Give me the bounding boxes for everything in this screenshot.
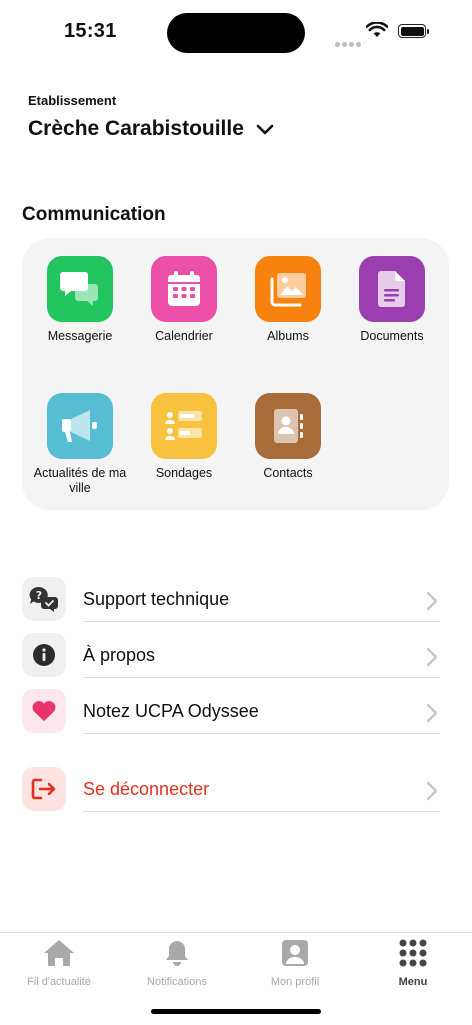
- sondages-label: Sondages: [155, 466, 213, 480]
- tab-label: Menu: [398, 976, 428, 988]
- tab-fil-actualite[interactable]: Fil d'actualité: [0, 939, 118, 988]
- sondages-tile[interactable]: Sondages: [132, 393, 236, 481]
- contacts-label: Contacts: [263, 466, 313, 480]
- wifi-icon: [366, 22, 388, 37]
- chevron-right-icon: [426, 647, 438, 667]
- calendrier-tile[interactable]: Calendrier: [132, 256, 236, 344]
- actualites-tile[interactable]: Actualités de ma ville: [28, 393, 132, 496]
- chat-bubbles-icon: [47, 256, 113, 322]
- chevron-right-icon: [426, 591, 438, 611]
- photo-album-icon: [255, 256, 321, 322]
- communication-title: Communication: [22, 204, 166, 225]
- messagerie-label: Messagerie: [47, 329, 113, 343]
- communication-card: Messagerie Calendrier Albums Documents A…: [22, 238, 449, 510]
- albums-tile[interactable]: Albums: [236, 256, 340, 344]
- logout-label: Se déconnecter: [83, 779, 210, 799]
- home-indicator: [151, 1009, 321, 1014]
- cellular-signal-icon: [335, 34, 363, 52]
- svg-text:?: ?: [36, 589, 42, 602]
- bell-icon: [166, 941, 188, 966]
- support-technique-label: Support technique: [83, 589, 230, 609]
- establishment-selector[interactable]: Crèche Carabistouille: [28, 117, 274, 141]
- megaphone-icon: [47, 393, 113, 459]
- support-technique-item[interactable]: ? Support technique: [22, 577, 440, 625]
- establishment-name: Crèche Carabistouille: [28, 117, 244, 140]
- albums-label: Albums: [267, 329, 309, 343]
- tab-label: Mon profil: [270, 976, 320, 988]
- battery-icon: [398, 24, 429, 38]
- divider: [83, 621, 440, 622]
- a-propos-label: À propos: [83, 645, 156, 665]
- chevron-down-icon: [256, 124, 274, 135]
- tab-menu[interactable]: Menu: [354, 939, 472, 988]
- divider: [83, 733, 440, 734]
- messagerie-tile[interactable]: Messagerie: [28, 256, 132, 344]
- notez-label: Notez UCPA Odyssee: [83, 701, 259, 721]
- chevron-right-icon: [426, 703, 438, 723]
- a-propos-item[interactable]: À propos: [22, 633, 440, 681]
- status-time: 15:31: [64, 20, 117, 42]
- document-icon: [359, 256, 425, 322]
- status-bar: 15:31: [0, 0, 472, 64]
- grid-menu-icon: [399, 939, 427, 967]
- info-icon: [22, 633, 66, 677]
- logout-item[interactable]: Se déconnecter: [22, 767, 440, 815]
- calendrier-label: Calendrier: [155, 329, 213, 343]
- contacts-tile[interactable]: Contacts: [236, 393, 340, 481]
- home-icon: [44, 940, 74, 966]
- actualites-label: Actualités de ma ville: [33, 466, 127, 495]
- calendar-icon: [151, 256, 217, 322]
- establishment-label: Etablissement: [28, 93, 117, 108]
- chevron-right-icon: [426, 781, 438, 801]
- tab-mon-profil[interactable]: Mon profil: [236, 939, 354, 988]
- tab-notifications[interactable]: Notifications: [118, 939, 236, 988]
- address-book-icon: [255, 393, 321, 459]
- notez-item[interactable]: Notez UCPA Odyssee: [22, 689, 440, 737]
- heart-icon: [22, 689, 66, 733]
- divider: [83, 811, 440, 812]
- divider: [83, 677, 440, 678]
- dynamic-island: [167, 13, 305, 53]
- poll-icon: [151, 393, 217, 459]
- support-chat-icon: ?: [22, 577, 66, 621]
- logout-icon: [22, 767, 66, 811]
- tab-label: Notifications: [147, 976, 207, 988]
- documents-tile[interactable]: Documents: [340, 256, 444, 344]
- profile-icon: [282, 940, 308, 966]
- documents-label: Documents: [360, 329, 424, 343]
- tab-label: Fil d'actualité: [27, 976, 91, 988]
